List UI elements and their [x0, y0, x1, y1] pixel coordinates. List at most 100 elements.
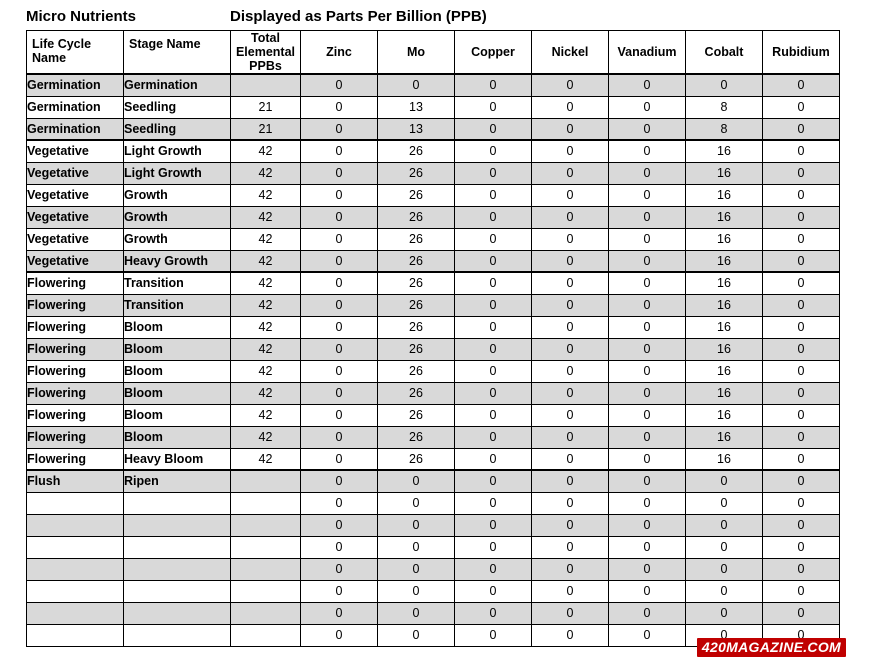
- table-cell: Flowering: [26, 359, 124, 383]
- table-cell: 16: [685, 337, 763, 361]
- table-cell: 0: [762, 403, 840, 427]
- table-cell: 0: [377, 579, 455, 603]
- table-cell: 0: [762, 117, 840, 141]
- column-header-life-cycle-name: Life Cycle Name: [26, 30, 124, 75]
- table-cell: 0: [608, 271, 686, 295]
- table-cell: 0: [300, 73, 378, 97]
- table-cell: Flowering: [26, 403, 124, 427]
- table-cell: 26: [377, 249, 455, 273]
- table-cell: Germination: [123, 73, 231, 97]
- table-cell: 16: [685, 293, 763, 317]
- table-cell: Flowering: [26, 315, 124, 339]
- table-cell: 0: [300, 205, 378, 229]
- table-cell: 42: [230, 425, 301, 449]
- table-row: 0000000: [26, 535, 840, 559]
- table-cell: [26, 491, 124, 515]
- table-cell: 42: [230, 447, 301, 471]
- table-cell: Flowering: [26, 381, 124, 405]
- table-cell: 0: [608, 315, 686, 339]
- table-cell: 0: [300, 359, 378, 383]
- table-cell: 16: [685, 139, 763, 163]
- table-cell: 0: [608, 579, 686, 603]
- table-cell: Seedling: [123, 95, 231, 119]
- table-cell: [230, 73, 301, 97]
- table-cell: 0: [454, 601, 532, 625]
- table-cell: 0: [454, 227, 532, 251]
- header-row: Life Cycle Name Stage Name Total Element…: [26, 30, 840, 75]
- table-cell: 26: [377, 403, 455, 427]
- table-cell: Flowering: [26, 425, 124, 449]
- table-cell: 0: [531, 271, 609, 295]
- table-row: 0000000: [26, 491, 840, 515]
- table-cell: [230, 513, 301, 537]
- table-cell: 26: [377, 161, 455, 185]
- table-cell: [123, 579, 231, 603]
- watermark-badge: 420MAGAZINE.COM: [696, 638, 846, 657]
- table-cell: 0: [454, 293, 532, 317]
- table-cell: 0: [608, 557, 686, 581]
- table-cell: 0: [454, 161, 532, 185]
- table-cell: 0: [531, 359, 609, 383]
- table-cell: 0: [377, 601, 455, 625]
- table-cell: 0: [608, 293, 686, 317]
- table-cell: Vegetative: [26, 249, 124, 273]
- table-cell: 42: [230, 227, 301, 251]
- table-cell: 21: [230, 117, 301, 141]
- table-row: Vegetative Growth 42 0 26 0 0 0 16 0: [26, 183, 840, 207]
- table-row: Flowering Transition 42 0 26 0 0 0 16 0: [26, 271, 840, 295]
- table-cell: 26: [377, 315, 455, 339]
- table-cell: 0: [300, 161, 378, 185]
- table-cell: Growth: [123, 205, 231, 229]
- table-cell: 0: [454, 491, 532, 515]
- table-row: 0000000: [26, 513, 840, 537]
- table-cell: 0: [608, 117, 686, 141]
- table-cell: 42: [230, 271, 301, 295]
- table-cell: 0: [608, 183, 686, 207]
- table-cell: Transition: [123, 293, 231, 317]
- table-cell: 0: [454, 337, 532, 361]
- column-header-nickel: Nickel: [531, 30, 609, 75]
- table-cell: 0: [454, 271, 532, 295]
- table-cell: 0: [762, 469, 840, 493]
- table-cell: 0: [531, 95, 609, 119]
- table-cell: Flowering: [26, 293, 124, 317]
- table-cell: 0: [300, 579, 378, 603]
- table-cell: 0: [608, 447, 686, 471]
- table-cell: 0: [454, 403, 532, 427]
- table-cell: 16: [685, 205, 763, 229]
- table-cell: 0: [608, 469, 686, 493]
- table-cell: 0: [454, 381, 532, 405]
- table-cell: Vegetative: [26, 161, 124, 185]
- table-cell: 0: [762, 293, 840, 317]
- table-row: Vegetative Growth 42 0 26 0 0 0 16 0: [26, 205, 840, 229]
- table-cell: Bloom: [123, 425, 231, 449]
- table-cell: [230, 469, 301, 493]
- table-cell: 0: [300, 271, 378, 295]
- table-cell: [230, 535, 301, 559]
- table-cell: 0: [531, 293, 609, 317]
- table-row: Flowering Bloom 42 0 26 0 0 0 16 0: [26, 315, 840, 339]
- table-cell: 42: [230, 205, 301, 229]
- table-cell: 0: [762, 139, 840, 163]
- table-cell: 26: [377, 359, 455, 383]
- table-cell: 0: [685, 601, 763, 625]
- table-cell: Flowering: [26, 337, 124, 361]
- table-cell: 16: [685, 425, 763, 449]
- table-cell: 0: [762, 513, 840, 537]
- table-cell: 0: [685, 535, 763, 559]
- table-cell: 0: [531, 117, 609, 141]
- table-cell: [26, 623, 124, 647]
- table-header: Life Cycle Name Stage Name Total Element…: [26, 30, 840, 75]
- table-cell: 42: [230, 337, 301, 361]
- table-cell: Heavy Bloom: [123, 447, 231, 471]
- table-cell: Bloom: [123, 403, 231, 427]
- table-row: Flowering Bloom 42 0 26 0 0 0 16 0: [26, 359, 840, 383]
- table-cell: 0: [762, 271, 840, 295]
- table-cell: 0: [377, 513, 455, 537]
- table-cell: [123, 557, 231, 581]
- table-cell: 0: [300, 293, 378, 317]
- table-cell: 0: [608, 73, 686, 97]
- table-cell: 0: [531, 161, 609, 185]
- table-cell: 0: [762, 183, 840, 207]
- table-cell: [230, 491, 301, 515]
